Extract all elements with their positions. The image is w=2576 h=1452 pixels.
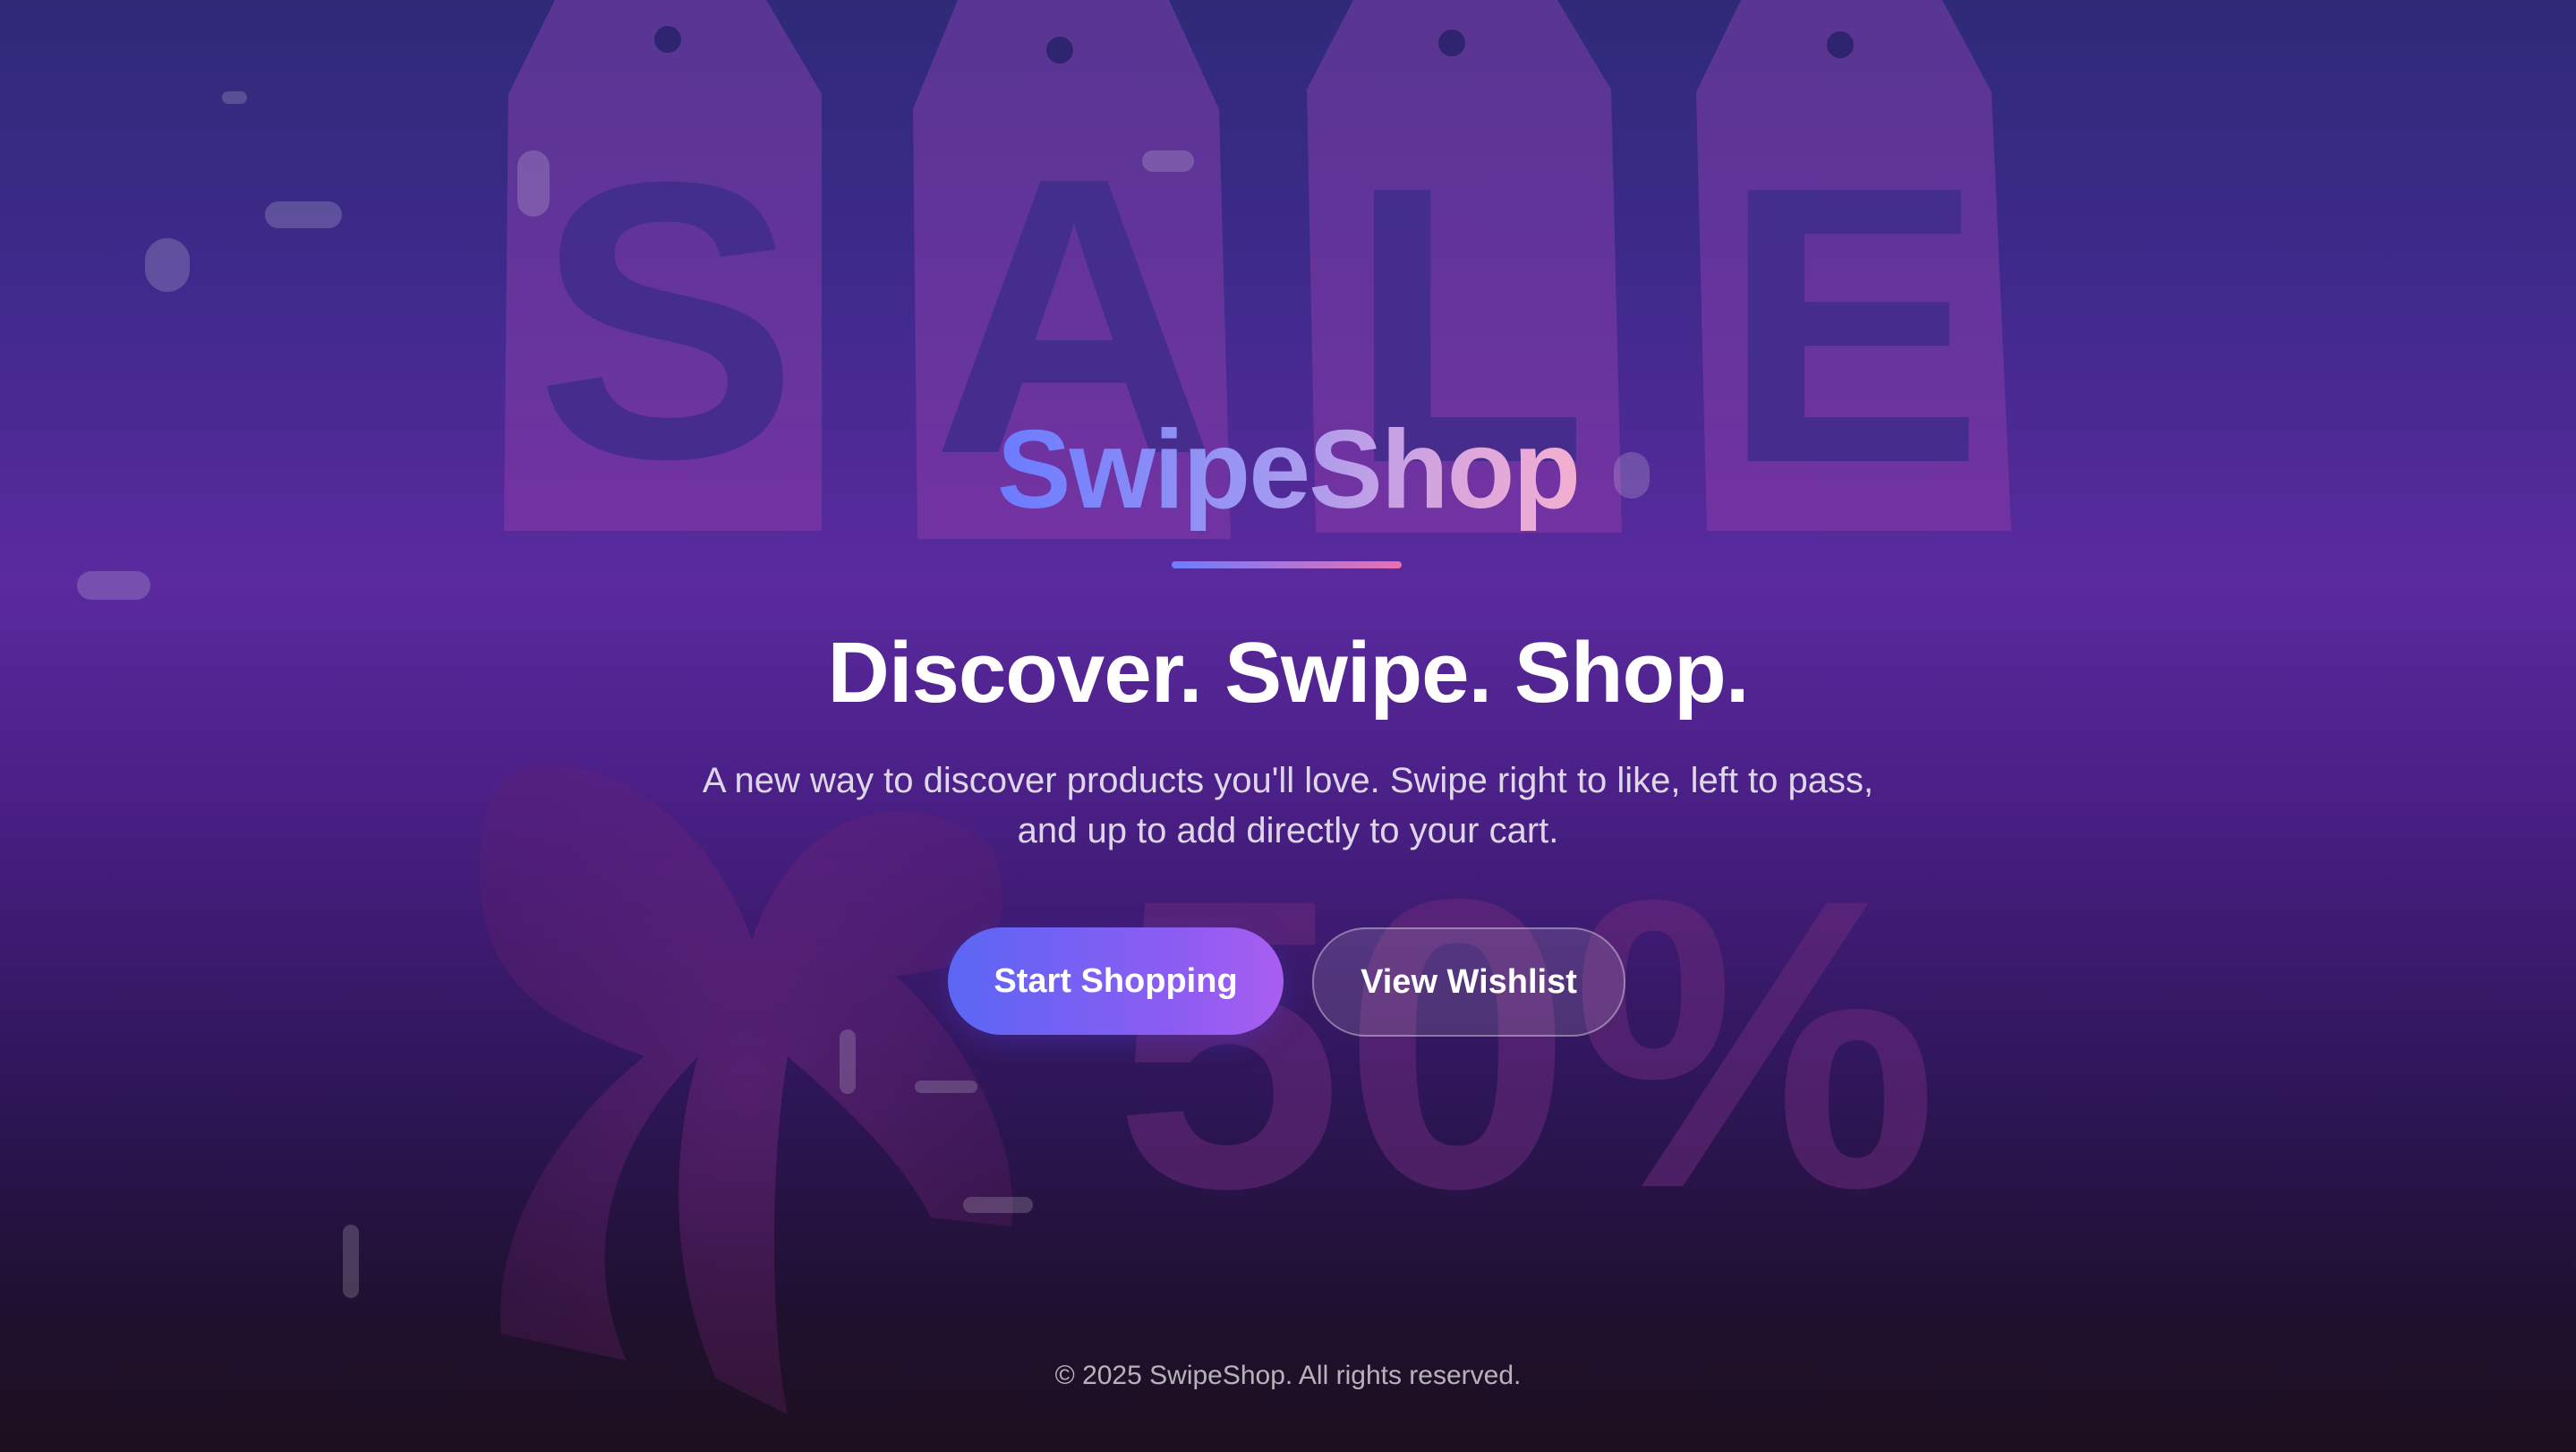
- start-shopping-button[interactable]: Start Shopping: [948, 927, 1284, 1035]
- hero-headline: Discover. Swipe. Shop.: [827, 625, 1750, 721]
- footer-copyright: © 2025 SwipeShop. All rights reserved.: [1054, 1361, 1522, 1390]
- hero-description: A new way to discover products you'll lo…: [661, 756, 1915, 856]
- hero-description-line-2: and up to add directly to your cart.: [1017, 811, 1559, 850]
- landing-hero: SwipeShop Discover. Swipe. Shop. A new w…: [0, 0, 2576, 1452]
- view-wishlist-label: View Wishlist: [1361, 962, 1577, 1001]
- hero-description-line-1: A new way to discover products you'll lo…: [702, 761, 1874, 800]
- brand-logo: SwipeShop: [0, 407, 2576, 533]
- brand-divider: [1172, 561, 1402, 568]
- brand-name: SwipeShop: [996, 408, 1581, 532]
- start-shopping-label: Start Shopping: [994, 961, 1238, 1000]
- view-wishlist-button[interactable]: View Wishlist: [1312, 927, 1625, 1037]
